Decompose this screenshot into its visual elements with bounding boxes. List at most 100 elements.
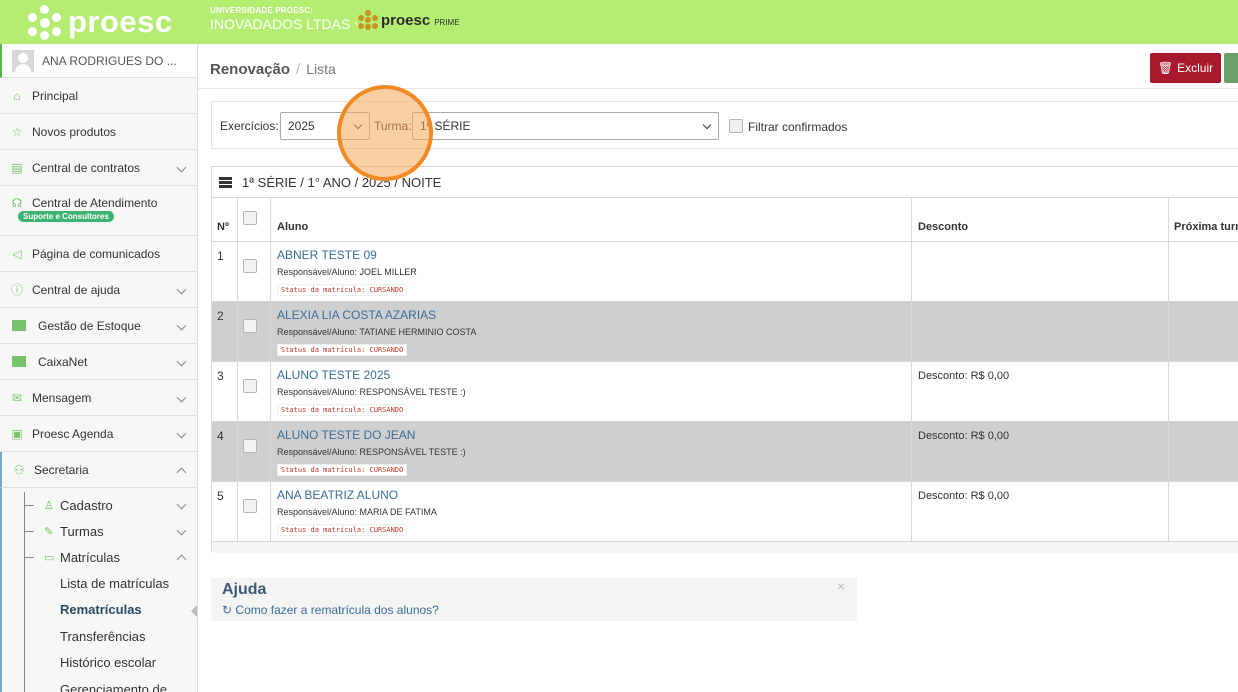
- org-name: INOVADADOS LTDAS: [210, 16, 351, 32]
- table-header: Nº Aluno Desconto Próxima turm: [212, 198, 1238, 242]
- sidebar-sub-matriculas[interactable]: ▭ Matrículas: [2, 544, 197, 570]
- status-badge: Status da matrícula: CURSANDO: [277, 284, 408, 296]
- top-bar: proesc UNIVERSIDADE PROESC: INOVADADOS L…: [0, 0, 1238, 44]
- sidebar-item-principal[interactable]: ⌂ Principal: [0, 78, 197, 114]
- discount-text: Desconto: R$ 0,00: [918, 430, 1010, 442]
- exercicios-value: 2025: [288, 119, 315, 133]
- status-badge: Status da matrícula: CURSANDO: [277, 524, 408, 536]
- turma-select[interactable]: 1ª SÉRIE: [412, 112, 719, 140]
- responsible-text: Responsável/Aluno: MARIA DE FATIMA: [277, 507, 437, 517]
- sidebar-item-label: Proesc Agenda: [32, 426, 114, 441]
- megaphone-icon: ◁: [12, 246, 22, 261]
- turma-label: Turma:: [374, 119, 412, 133]
- envelope-icon: ✉: [11, 390, 23, 405]
- student-name-link[interactable]: ALUNO TESTE 2025: [277, 368, 390, 382]
- filtrar-confirmados-label[interactable]: Filtrar confirmados: [748, 120, 847, 134]
- home-icon: ⌂: [13, 88, 21, 103]
- sidebar-item-label: Secretaria: [34, 462, 89, 477]
- sidebar-link-rematriculas[interactable]: Rematrículas: [2, 596, 197, 624]
- student-name-link[interactable]: ANA BEATRIZ ALUNO: [277, 488, 398, 502]
- table-row: 2 ALEXIA LIA COSTA AZARIAS Responsável/A…: [212, 302, 1238, 362]
- sidebar-sub-cadastro[interactable]: ♙ Cadastro: [2, 492, 197, 518]
- status-badge: Status da matrícula: CURSANDO: [277, 404, 408, 416]
- responsible-text: Responsável/Aluno: RESPONSÁVEL TESTE :): [277, 447, 466, 457]
- sidebar-item-comunicados[interactable]: ◁ Página de comunicados: [0, 236, 197, 272]
- sidebar-link-gerenciamento[interactable]: Gerenciamento de: [2, 676, 197, 692]
- sidebar-link-historico-escolar[interactable]: Histórico escolar: [2, 649, 197, 677]
- document-icon: ▤: [11, 160, 23, 175]
- sidebar-link-lista-matriculas[interactable]: Lista de matrículas: [2, 570, 197, 597]
- info-icon: ⓘ: [10, 283, 23, 297]
- proesc-logo[interactable]: proesc: [28, 4, 173, 40]
- headset-icon: ☊: [11, 196, 23, 210]
- row-checkbox[interactable]: [243, 319, 257, 333]
- box-icon: [12, 320, 26, 331]
- sidebar-item-mensagem[interactable]: ✉ Mensagem: [0, 380, 197, 416]
- sidebar-item-label: Central de ajuda: [32, 282, 121, 297]
- exercicios-label: Exercícios:: [220, 119, 279, 133]
- help-link[interactable]: ↻ Como fazer a rematrícula dos alunos?: [222, 603, 439, 617]
- sidebar-item-label: Página de comunicados: [32, 246, 161, 261]
- secondary-action-button[interactable]: [1224, 53, 1238, 83]
- star-icon: ☆: [11, 124, 23, 139]
- sidebar-item-caixanet[interactable]: CaixaNet: [0, 344, 197, 380]
- chevron-down-icon: [176, 428, 187, 438]
- row-checkbox[interactable]: [243, 259, 257, 273]
- table-row: 3 ALUNO TESTE 2025 Responsável/Aluno: RE…: [212, 362, 1238, 422]
- row-checkbox[interactable]: [243, 439, 257, 453]
- chevron-up-icon: [176, 467, 187, 477]
- organization-selector[interactable]: UNIVERSIDADE PROESC: INOVADADOS LTDAS: [210, 6, 364, 32]
- sidebar-item-gestao-estoque[interactable]: Gestão de Estoque: [0, 308, 197, 344]
- breadcrumb-separator: /: [296, 61, 301, 78]
- responsible-text: Responsável/Aluno: JOEL MILLER: [277, 267, 417, 277]
- main-content: Renovação / Lista 🗑 Excluir Exercícios: 20…: [198, 44, 1238, 692]
- sidebar-sub-label: Turmas: [60, 523, 104, 539]
- sidebar-item-novos-produtos[interactable]: ☆ Novos produtos: [0, 114, 197, 150]
- student-name-link[interactable]: ABNER TESTE 09: [277, 248, 377, 262]
- close-icon[interactable]: ×: [837, 578, 845, 594]
- column-header-aluno: Aluno: [277, 221, 309, 233]
- excluir-label: Excluir: [1177, 61, 1214, 75]
- agenda-icon: ▣: [11, 426, 23, 441]
- breadcrumb-section[interactable]: Renovação: [210, 61, 290, 78]
- proesc-prime-logo[interactable]: proesc PRIME: [358, 10, 460, 30]
- sidebar-item-secretaria[interactable]: ⚇ Secretaria: [0, 452, 197, 488]
- select-all-checkbox[interactable]: [243, 211, 257, 225]
- sidebar-sub-label: Matrículas: [60, 549, 120, 565]
- sidebar-sub-turmas[interactable]: ✎ Turmas: [2, 518, 197, 544]
- chevron-down-icon: [176, 162, 187, 172]
- sidebar-item-central-atendimento[interactable]: ☊ Central de Atendimento Suporte e Consu…: [0, 186, 197, 236]
- students-panel: 1ª SÉRIE / 1° ANO / 2025 / NOITE Nº Alun…: [211, 166, 1238, 553]
- sidebar-item-proesc-agenda[interactable]: ▣ Proesc Agenda: [0, 416, 197, 452]
- pencil-icon: ✎: [44, 525, 54, 538]
- row-checkbox[interactable]: [243, 499, 257, 513]
- sidebar-link-label: Transferências: [60, 628, 146, 644]
- sidebar-item-central-ajuda[interactable]: ⓘ Central de ajuda: [0, 272, 197, 308]
- prime-sub: PRIME: [434, 18, 460, 27]
- sidebar-item-label: Principal: [32, 88, 79, 103]
- filtrar-confirmados-checkbox[interactable]: [729, 119, 743, 133]
- chevron-up-icon: [176, 554, 187, 565]
- student-name-link[interactable]: ALUNO TESTE DO JEAN: [277, 428, 415, 442]
- user-profile[interactable]: ANA RODRIGUES DO ...: [0, 44, 197, 78]
- sidebar-link-transferencias[interactable]: Transferências: [2, 623, 197, 650]
- excluir-button[interactable]: 🗑 Excluir: [1150, 53, 1221, 83]
- sidebar-item-central-contratos[interactable]: ▤ Central de contratos: [0, 150, 197, 186]
- breadcrumb: Renovação / Lista: [210, 61, 336, 78]
- row-number: 4: [217, 429, 224, 443]
- row-number: 2: [217, 309, 224, 323]
- student-name-link[interactable]: ALEXIA LIA COSTA AZARIAS: [277, 308, 436, 322]
- exercicios-select[interactable]: 2025: [280, 112, 370, 140]
- sidebar-item-label: Novos produtos: [32, 124, 117, 139]
- sidebar-item-label: Central de Atendimento: [32, 196, 158, 210]
- table-row: 5 ANA BEATRIZ ALUNO Responsável/Aluno: M…: [212, 482, 1238, 542]
- row-checkbox[interactable]: [243, 379, 257, 393]
- trash-icon: 🗑: [1157, 61, 1174, 75]
- status-badge: Status da matrícula: CURSANDO: [277, 344, 408, 356]
- sidebar-item-label: Gestão de Estoque: [38, 318, 141, 333]
- box-icon: [12, 356, 26, 367]
- help-box: Ajuda ↻ Como fazer a rematrícula dos alu…: [211, 578, 857, 621]
- column-header-proxima-turma: Próxima turm: [1174, 221, 1238, 233]
- chevron-down-icon: [176, 392, 187, 402]
- sidebar-link-label: Lista de matrículas: [60, 575, 170, 591]
